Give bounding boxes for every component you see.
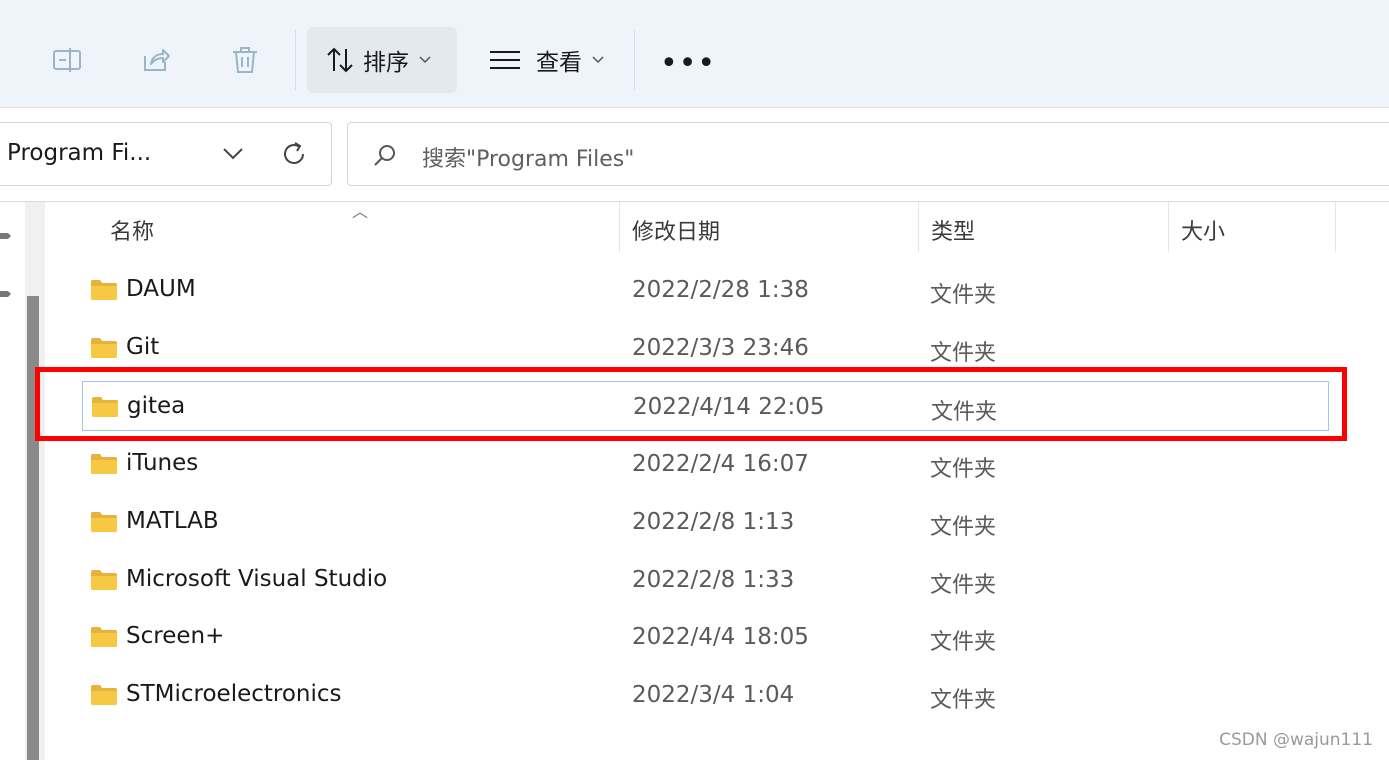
folder-icon bbox=[90, 569, 118, 591]
column-header-type[interactable]: 类型 bbox=[931, 214, 975, 246]
search-placeholder: 搜索"Program Files" bbox=[422, 147, 635, 172]
address-path[interactable]: Program Fi... bbox=[7, 140, 151, 166]
file-name: STMicroelectronics bbox=[126, 681, 342, 708]
view-label: 查看 bbox=[536, 50, 582, 76]
column-separator[interactable] bbox=[918, 202, 919, 252]
header-divider bbox=[0, 201, 1389, 202]
search-icon bbox=[372, 143, 398, 173]
column-header-size[interactable]: 大小 bbox=[1181, 214, 1225, 246]
folder-icon bbox=[90, 684, 118, 706]
file-type: 文件夹 bbox=[930, 572, 997, 598]
rename-icon[interactable] bbox=[50, 42, 84, 78]
file-modified-date: 2022/2/28 1:38 bbox=[632, 277, 809, 303]
command-bar: 排序 查看 ••• bbox=[0, 0, 1389, 108]
file-name: gitea bbox=[127, 392, 186, 419]
view-button[interactable]: 查看 bbox=[482, 27, 617, 93]
refresh-icon[interactable] bbox=[279, 139, 309, 173]
file-row[interactable]: STMicroelectronics 2022/3/4 1:04 文件夹 bbox=[82, 670, 1329, 720]
scrollbar-thumb[interactable] bbox=[27, 296, 39, 760]
file-name: DAUM bbox=[126, 276, 196, 302]
chevron-down-icon bbox=[419, 52, 431, 68]
file-type: 文件夹 bbox=[930, 340, 997, 366]
file-row[interactable]: iTunes 2022/2/4 16:07 文件夹 bbox=[82, 439, 1329, 489]
sort-ascending-icon: ︿ bbox=[352, 202, 369, 221]
column-header-modified[interactable]: 修改日期 bbox=[632, 214, 720, 246]
file-modified-date: 2022/4/14 22:05 bbox=[633, 393, 825, 420]
file-type: 文件夹 bbox=[931, 399, 998, 425]
toolbar-separator bbox=[634, 30, 635, 90]
file-row[interactable]: gitea 2022/4/14 22:05 文件夹 bbox=[82, 380, 1329, 431]
file-modified-date: 2022/3/3 23:46 bbox=[632, 334, 809, 361]
file-row[interactable]: Git 2022/3/3 23:46 文件夹 bbox=[82, 323, 1329, 373]
file-modified-date: 2022/3/4 1:04 bbox=[632, 682, 795, 709]
folder-icon bbox=[91, 396, 119, 418]
file-modified-date: 2022/4/4 18:05 bbox=[632, 624, 809, 651]
file-row[interactable]: Microsoft Visual Studio 2022/2/8 1:33 文件夹 bbox=[82, 555, 1329, 605]
folder-icon bbox=[90, 337, 118, 359]
pin-icon[interactable] bbox=[0, 286, 12, 300]
file-row[interactable]: Screen+ 2022/4/4 18:05 文件夹 bbox=[82, 612, 1329, 662]
file-name: Git bbox=[126, 333, 160, 360]
file-type: 文件夹 bbox=[930, 456, 997, 482]
file-name: iTunes bbox=[126, 449, 199, 476]
chevron-down-icon[interactable] bbox=[221, 141, 245, 169]
file-type: 文件夹 bbox=[930, 688, 997, 714]
sort-label: 排序 bbox=[363, 50, 409, 76]
file-type: 文件夹 bbox=[930, 283, 997, 308]
file-name: MATLAB bbox=[126, 507, 219, 534]
file-type: 文件夹 bbox=[930, 630, 997, 656]
more-options-button[interactable]: ••• bbox=[660, 46, 716, 81]
search-input[interactable]: 搜索"Program Files" bbox=[347, 122, 1389, 186]
watermark: CSDN @wajun111 bbox=[1219, 730, 1373, 750]
folder-icon bbox=[90, 626, 118, 648]
file-name: Microsoft Visual Studio bbox=[126, 565, 388, 592]
folder-icon bbox=[90, 511, 118, 533]
column-separator[interactable] bbox=[1335, 202, 1336, 252]
file-name: Screen+ bbox=[126, 623, 225, 650]
column-separator[interactable] bbox=[619, 202, 620, 252]
file-modified-date: 2022/2/8 1:33 bbox=[632, 566, 795, 593]
column-separator[interactable] bbox=[1168, 202, 1169, 252]
file-row[interactable]: DAUM 2022/2/28 1:38 文件夹 bbox=[82, 265, 1329, 315]
trash-icon[interactable] bbox=[228, 42, 262, 78]
view-icon bbox=[488, 49, 522, 71]
column-header-name[interactable]: 名称 bbox=[110, 214, 154, 246]
file-modified-date: 2022/2/8 1:13 bbox=[632, 508, 795, 535]
pin-icon[interactable] bbox=[0, 228, 12, 242]
address-bar[interactable]: Program Fi... bbox=[0, 122, 332, 186]
file-row[interactable]: MATLAB 2022/2/8 1:13 文件夹 bbox=[82, 497, 1329, 547]
folder-icon bbox=[90, 279, 118, 301]
file-type: 文件夹 bbox=[930, 514, 997, 540]
share-icon[interactable] bbox=[139, 42, 173, 78]
file-modified-date: 2022/2/4 16:07 bbox=[632, 450, 809, 477]
sort-button[interactable]: 排序 bbox=[307, 27, 457, 93]
chevron-down-icon bbox=[592, 52, 604, 68]
toolbar-separator bbox=[295, 30, 296, 90]
sort-icon bbox=[325, 46, 355, 74]
folder-icon bbox=[90, 453, 118, 475]
